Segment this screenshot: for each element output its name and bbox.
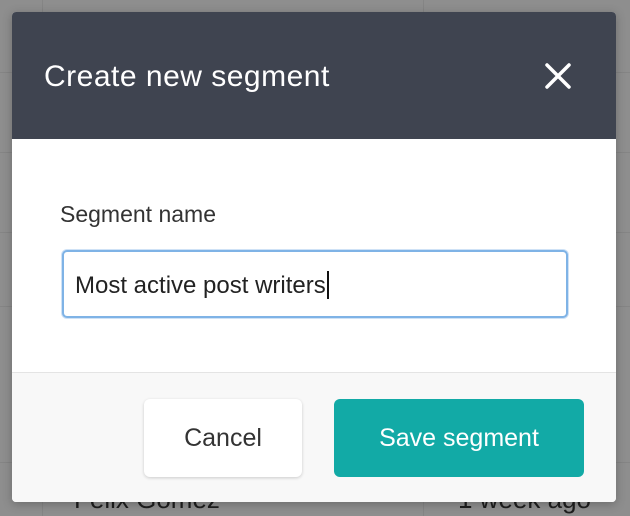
segment-name-input[interactable]: Most active post writers: [62, 250, 568, 318]
modal-title: Create new segment: [44, 60, 330, 93]
close-button[interactable]: [538, 56, 578, 96]
close-icon: [545, 63, 571, 89]
modal-body: Segment name Most active post writers: [12, 139, 616, 372]
segment-name-text: Most active post writers: [75, 272, 326, 299]
segment-name-label: Segment name: [60, 201, 216, 227]
save-segment-button[interactable]: Save segment: [334, 399, 584, 477]
create-segment-modal: Create new segment Segment name Most act…: [12, 12, 616, 502]
text-caret: [326, 271, 329, 299]
cancel-button[interactable]: Cancel: [144, 399, 302, 477]
modal-footer: Cancel Save segment: [12, 372, 616, 502]
segment-name-input-value: Most active post writers: [75, 271, 329, 300]
modal-header: Create new segment: [12, 12, 616, 139]
